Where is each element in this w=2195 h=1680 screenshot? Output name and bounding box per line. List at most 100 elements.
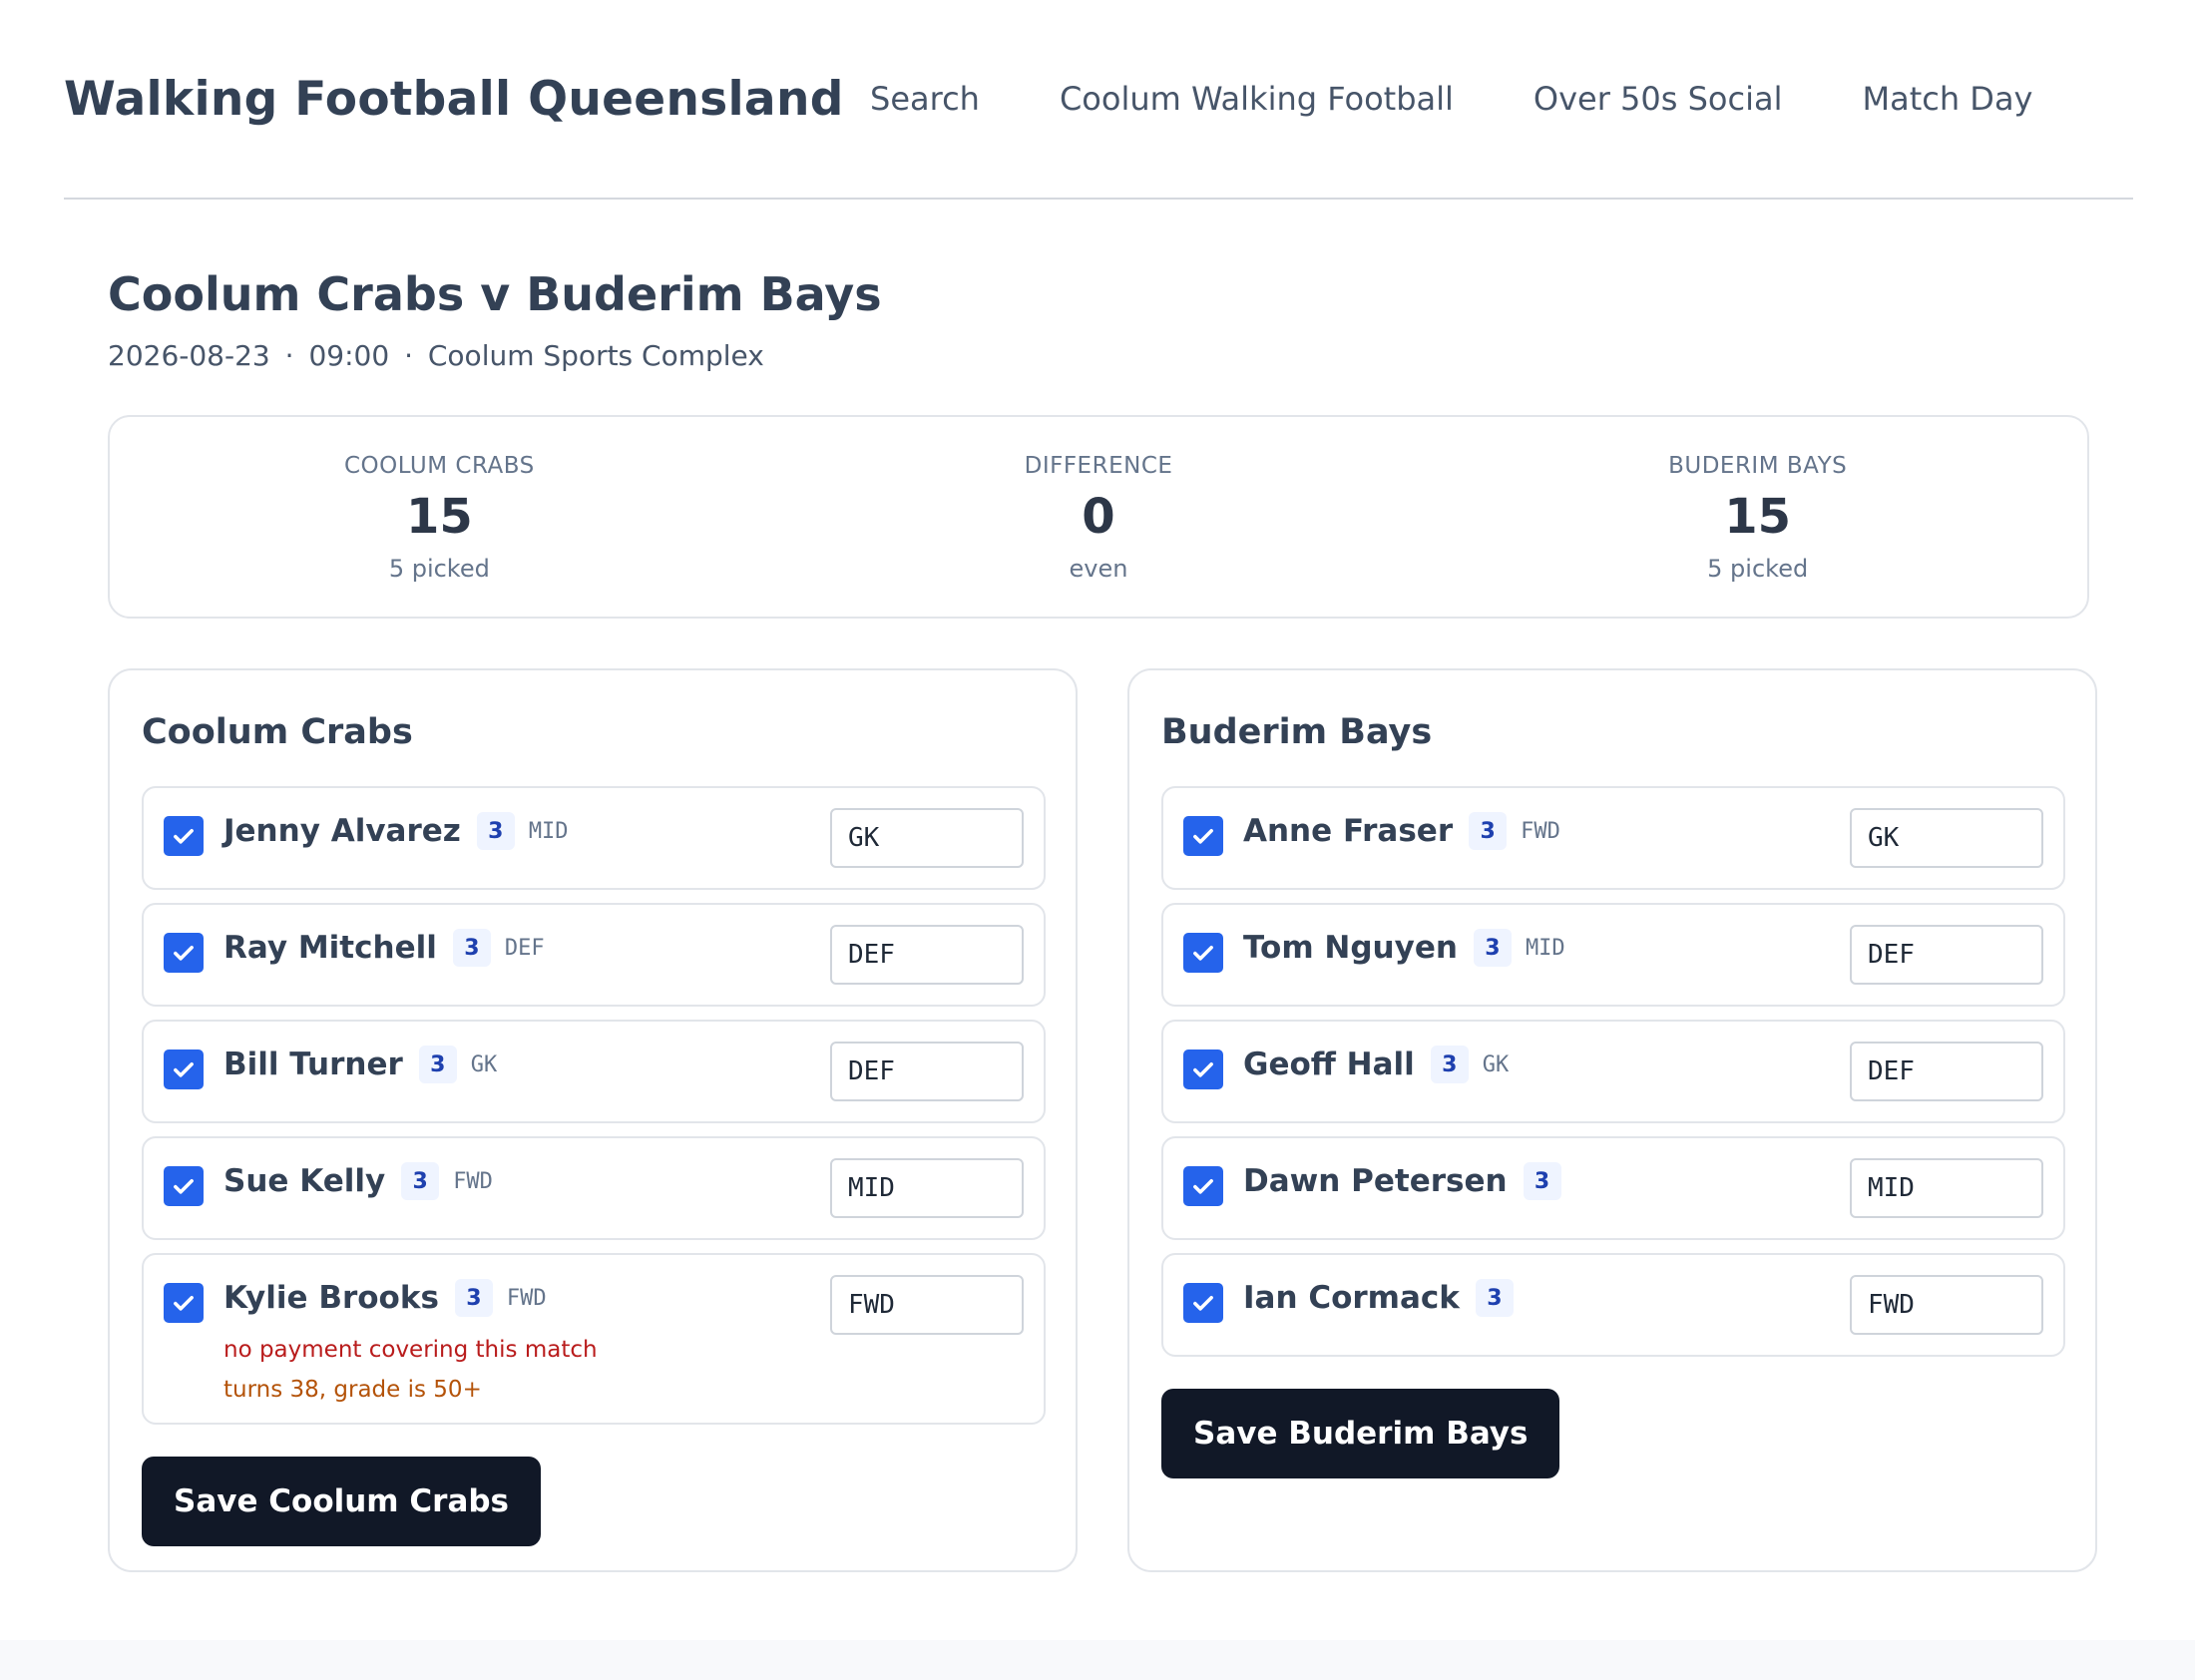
preferred-position: GK [470,1051,498,1077]
player-checkbox[interactable] [1183,1050,1223,1089]
player-info: Kylie Brooks 3 FWD [223,1279,547,1317]
player-name: Geoff Hall [1243,1047,1415,1082]
home-player-list: Jenny Alvarez 3 MID GK Ray Mitchell 3 DE… [142,786,1046,1438]
player-checkbox[interactable] [1183,1283,1223,1323]
position-input[interactable]: DEF [1850,1042,2043,1101]
match-meta: 2026-08-23 · 09:00 · Coolum Sports Compl… [108,339,764,372]
home-grade-total: 15 [405,489,473,545]
position-input[interactable]: MID [1850,1158,2043,1218]
grade-summary-card: COOLUM CRABS 15 5 picked DIFFERENCE 0 ev… [108,415,2089,619]
nav-over-50s-social[interactable]: Over 50s Social [1534,80,1783,118]
save-home-team-button[interactable]: Save Coolum Crabs [142,1457,542,1546]
player-checkbox[interactable] [164,933,204,973]
player-row: Jenny Alvarez 3 MID GK [142,786,1046,890]
position-input[interactable]: GK [1850,808,2043,868]
position-input[interactable]: MID [830,1158,1024,1218]
position-input[interactable]: DEF [830,925,1024,985]
position-input[interactable]: DEF [1850,925,2043,985]
checkmark-icon [174,946,194,961]
footer-band [0,1640,2195,1680]
player-info: Dawn Petersen 3 [1243,1162,1561,1200]
grade-badge: 3 [452,929,491,967]
player-name: Kylie Brooks [223,1280,439,1316]
player-name: Sue Kelly [223,1163,386,1199]
position-input[interactable]: FWD [830,1275,1024,1335]
checkmark-icon [174,1179,194,1194]
grade-badge: 3 [1469,812,1508,850]
difference-label: DIFFERENCE [1024,453,1173,479]
preferred-position: MID [528,818,569,844]
player-row: Ray Mitchell 3 DEF DEF [142,903,1046,1007]
player-name: Ian Cormack [1243,1280,1460,1316]
age-grade-warning: turns 38, grade is 50+ [223,1377,482,1403]
grade-badge: 3 [418,1046,457,1083]
brand-title[interactable]: Walking Football Queensland [64,72,844,127]
checkmark-icon [174,829,194,844]
nav-search[interactable]: Search [870,80,980,118]
player-checkbox[interactable] [164,1283,204,1323]
player-name: Jenny Alvarez [223,813,461,849]
nav-coolum-walking-football[interactable]: Coolum Walking Football [1060,80,1454,118]
grade-badge: 3 [1523,1162,1561,1200]
away-picked-count: 5 picked [1707,555,1809,583]
player-info: Ian Cormack 3 [1243,1279,1514,1317]
player-row: Tom Nguyen 3 MID DEF [1161,903,2065,1007]
player-checkbox[interactable] [164,1166,204,1206]
payment-warning: no payment covering this match [223,1337,598,1363]
home-team-name: Coolum Crabs [142,712,413,752]
player-name: Anne Fraser [1243,813,1454,849]
meta-separator: · [404,339,413,372]
grade-badge: 3 [454,1279,493,1317]
checkmark-icon [1193,1062,1213,1077]
player-checkbox[interactable] [1183,933,1223,973]
match-venue: Coolum Sports Complex [427,339,764,372]
preferred-position: FWD [453,1168,493,1194]
preferred-position: FWD [1521,818,1560,844]
position-input[interactable]: GK [830,808,1024,868]
preferred-position: FWD [506,1285,547,1311]
player-checkbox[interactable] [1183,1166,1223,1206]
player-name: Tom Nguyen [1243,930,1458,966]
home-summary-label: COOLUM CRABS [343,453,535,479]
player-info: Anne Fraser 3 FWD [1243,812,1560,850]
player-row: Geoff Hall 3 GK DEF [1161,1020,2065,1123]
preferred-position: DEF [504,935,545,961]
player-info: Ray Mitchell 3 DEF [223,929,545,967]
away-player-list: Anne Fraser 3 FWD GK Tom Nguyen 3 MID DE… [1161,786,2065,1370]
away-grade-total: 15 [1724,489,1792,545]
checkmark-icon [174,1296,194,1311]
save-away-team-button[interactable]: Save Buderim Bays [1161,1389,1560,1478]
match-date: 2026-08-23 [108,339,270,372]
away-summary-label: BUDERIM BAYS [1668,453,1848,479]
away-team-name: Buderim Bays [1161,712,1433,752]
player-info: Bill Turner 3 GK [223,1046,497,1083]
nav-match-day[interactable]: Match Day [1862,80,2032,118]
page-title: Coolum Crabs v Buderim Bays [108,267,882,321]
player-info: Tom Nguyen 3 MID [1243,929,1565,967]
player-info: Jenny Alvarez 3 MID [223,812,569,850]
grade-badge: 3 [1430,1046,1469,1083]
position-input[interactable]: FWD [1850,1275,2043,1335]
player-info: Geoff Hall 3 GK [1243,1046,1509,1083]
page: Walking Football Queensland Search Coolu… [0,0,2195,1680]
home-summary: COOLUM CRABS 15 5 picked [110,417,769,617]
player-row: Kylie Brooks 3 FWD no payment covering t… [142,1253,1046,1425]
difference-status: even [1069,555,1128,583]
player-name: Ray Mitchell [223,930,437,966]
player-checkbox[interactable] [1183,816,1223,856]
player-checkbox[interactable] [164,1050,204,1089]
meta-separator: · [284,339,294,372]
player-checkbox[interactable] [164,816,204,856]
checkmark-icon [174,1062,194,1077]
grade-badge: 3 [1475,1279,1514,1317]
main-nav: Search Coolum Walking Football Over 50s … [870,80,2112,118]
grade-badge: 3 [1473,929,1512,967]
away-team-panel: Buderim Bays Anne Fraser 3 FWD GK Tom Ng… [1127,668,2097,1572]
position-input[interactable]: DEF [830,1042,1024,1101]
site-header: Walking Football Queensland Search Coolu… [64,0,2133,200]
match-time: 09:00 [308,339,390,372]
player-row: Bill Turner 3 GK DEF [142,1020,1046,1123]
difference-value: 0 [1082,489,1115,545]
checkmark-icon [1193,1179,1213,1194]
player-info: Sue Kelly 3 FWD [223,1162,493,1200]
